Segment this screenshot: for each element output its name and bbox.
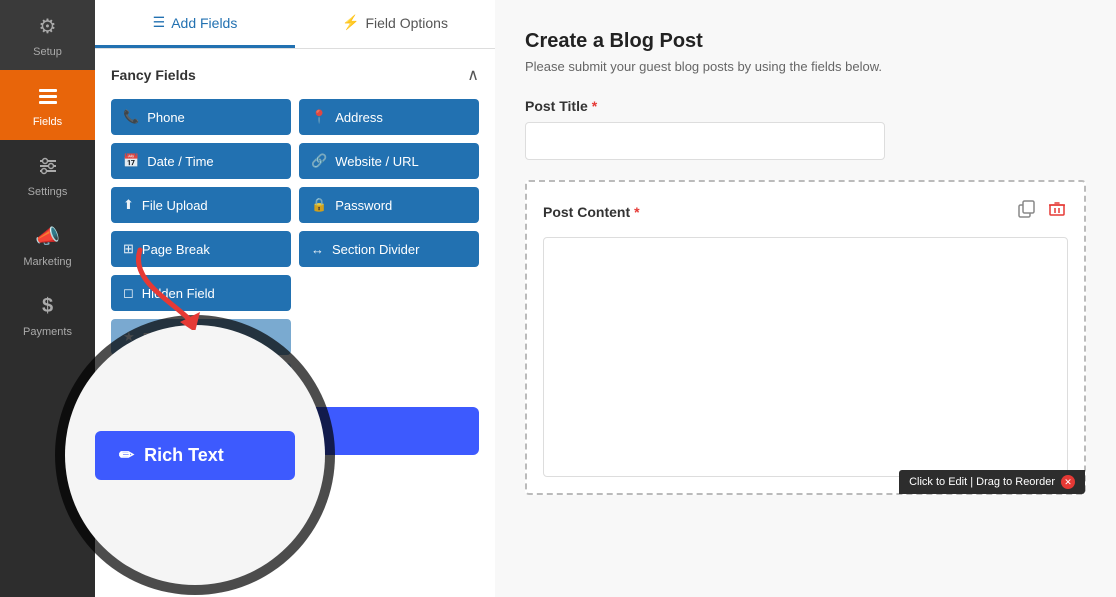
upload-icon: ⬆: [123, 197, 134, 213]
form-subtitle: Please submit your guest blog posts by u…: [525, 59, 1086, 74]
rating-icon: ★: [123, 329, 135, 345]
gear-icon: ⚙: [34, 12, 62, 40]
link-icon: 🔗: [311, 153, 327, 169]
fancy-fields-grid: 📞 Phone 📍 Address 📅 Date / Time 🔗 Websit…: [111, 99, 479, 267]
sidebar-item-settings[interactable]: Settings: [0, 140, 95, 210]
tab-field-options[interactable]: ⚡ Field Options: [295, 0, 495, 48]
content-header: Post Content *: [543, 198, 1068, 225]
close-button[interactable]: ✕: [1061, 475, 1075, 489]
sidebar-item-payments[interactable]: $ Payments: [0, 280, 95, 350]
rating-button[interactable]: ★ Rating: [111, 319, 291, 355]
form-panel: Create a Blog Post Please submit your gu…: [495, 0, 1116, 597]
page-break-button[interactable]: ⊞ Page Break: [111, 231, 291, 267]
marketing-icon: 📣: [34, 222, 62, 250]
partial-row-3: ✍ Signature: [111, 363, 479, 399]
section-divider-button[interactable]: ↔ Section Divider: [299, 231, 479, 267]
required-star-2: *: [634, 204, 639, 220]
duplicate-icon: [1018, 200, 1036, 218]
net-promoter-score-button[interactable]: 📊 Net Promoter Score: [111, 463, 291, 499]
tab-add-fields[interactable]: ☰ Add Fields: [95, 0, 295, 48]
address-button[interactable]: 📍 Address: [299, 99, 479, 135]
partial-row-1: ◻ Hidden Field: [111, 275, 479, 311]
page-break-icon: ⊞: [123, 241, 134, 257]
post-title-label: Post Title *: [525, 98, 1086, 114]
post-content-textarea[interactable]: [543, 237, 1068, 477]
phone-icon: 📞: [123, 109, 139, 125]
nps-icon: 📊: [123, 473, 139, 489]
richtext-icon: ✏: [129, 423, 140, 439]
tabs-bar: ☰ Add Fields ⚡ Field Options: [95, 0, 495, 49]
payments-icon: $: [34, 292, 62, 320]
fields-content: Fancy Fields ∧ 📞 Phone 📍 Address 📅 Date …: [95, 49, 495, 597]
click-edit-bar: Click to Edit | Drag to Reorder ✕: [899, 470, 1085, 494]
content-actions: [1016, 198, 1068, 225]
fancy-fields-title: Fancy Fields: [111, 67, 196, 83]
date-time-button[interactable]: 📅 Date / Time: [111, 143, 291, 179]
signature-button[interactable]: ✍ Signature: [111, 363, 291, 399]
partial-fields: ◻ Hidden Field ★ Rating ✍ Signature: [111, 275, 479, 507]
file-upload-button[interactable]: ⬆ File Upload: [111, 187, 291, 223]
hidden-icon: ◻: [123, 285, 134, 301]
password-button[interactable]: 🔒 Password: [299, 187, 479, 223]
fancy-fields-header: Fancy Fields ∧: [111, 65, 479, 85]
sidebar: ⚙ Setup Fields Settings 📣 Market: [0, 0, 95, 597]
rich-text-button[interactable]: ✏ Rich Text: [111, 407, 479, 455]
signature-icon: ✍: [123, 373, 139, 389]
sidebar-item-marketing[interactable]: 📣 Marketing: [0, 210, 95, 280]
trash-icon: [1048, 200, 1066, 218]
calendar-icon: 📅: [123, 153, 139, 169]
partial-row-2: ★ Rating: [111, 319, 479, 355]
section-divider-icon: ↔: [311, 242, 324, 257]
post-content-area: Post Content *: [525, 180, 1086, 495]
required-star-1: *: [592, 98, 597, 114]
delete-button[interactable]: [1046, 198, 1068, 225]
fields-icon: [34, 82, 62, 110]
post-content-label: Post Content *: [543, 204, 640, 220]
form-title: Create a Blog Post: [525, 30, 1086, 53]
partial-row-4: 📊 Net Promoter Score: [111, 463, 479, 499]
field-options-tab-icon: ⚡: [342, 14, 359, 31]
fields-panel: ☰ Add Fields ⚡ Field Options Fancy Field…: [95, 0, 495, 597]
settings-icon: [34, 152, 62, 180]
lock-icon: 🔒: [311, 197, 327, 213]
hidden-field-button[interactable]: ◻ Hidden Field: [111, 275, 291, 311]
post-title-input[interactable]: [525, 122, 885, 160]
add-fields-tab-icon: ☰: [153, 14, 166, 31]
phone-button[interactable]: 📞 Phone: [111, 99, 291, 135]
chevron-icon[interactable]: ∧: [467, 65, 479, 85]
website-url-button[interactable]: 🔗 Website / URL: [299, 143, 479, 179]
sidebar-item-setup[interactable]: ⚙ Setup: [0, 0, 95, 70]
address-icon: 📍: [311, 109, 327, 125]
sidebar-item-fields[interactable]: Fields: [0, 70, 95, 140]
duplicate-button[interactable]: [1016, 198, 1038, 225]
rich-text-row: ✏ Rich Text: [111, 407, 479, 455]
